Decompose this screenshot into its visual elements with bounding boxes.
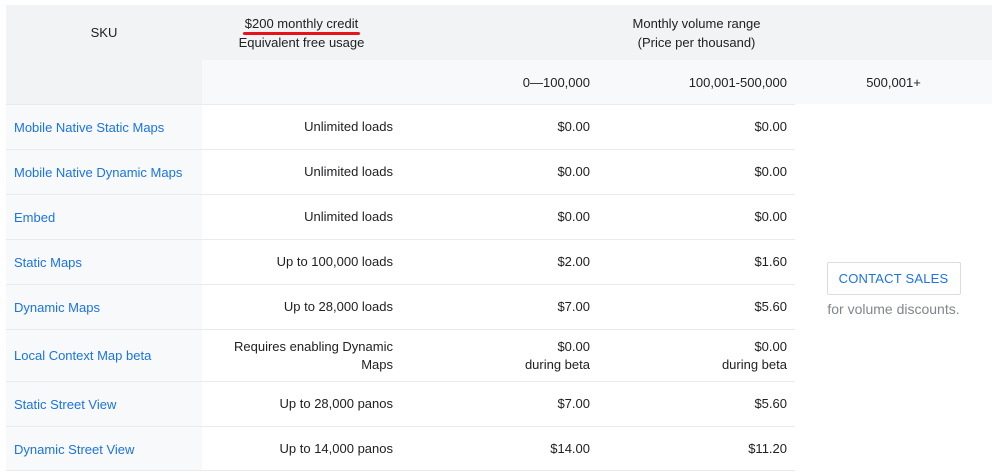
- credit-subtitle: Equivalent free usage: [238, 34, 365, 50]
- volume-column-header: Monthly volume range (Price per thousand…: [401, 5, 992, 60]
- red-underline-annotation: [242, 31, 361, 35]
- free-usage-cell: Up to 14,000 panos: [279, 441, 393, 456]
- price-tier-1-cell: $2.00: [557, 254, 590, 269]
- range-tier-1-label: 0—100,000: [522, 74, 590, 90]
- price-tier-1-cell: $7.00: [557, 299, 590, 314]
- sku-cell: Static Maps: [6, 240, 202, 284]
- price-tier-2-cell: $0.00: [754, 164, 787, 179]
- price-tier-1-cell: $0.00: [557, 209, 590, 224]
- table-row: Mobile Native Static Maps Unlimited load…: [6, 104, 795, 149]
- table-row: Local Context Map beta Requires enabling…: [6, 329, 795, 381]
- contact-sales-area: CONTACT SALES for volume discounts.: [795, 104, 992, 471]
- price-tier-2-cell: $0.00: [754, 119, 787, 134]
- table-row: Dynamic Street View Up to 14,000 panos $…: [6, 426, 795, 471]
- contact-sales-button[interactable]: CONTACT SALES: [826, 262, 961, 295]
- free-usage-cell: Unlimited loads: [304, 164, 393, 179]
- price-tier-1-cell: $7.00: [557, 396, 590, 411]
- free-usage-cell: Requires enabling Dynamic Maps: [202, 330, 401, 381]
- price-tier-1-cell: $14.00: [550, 441, 590, 456]
- table-row: Embed Unlimited loads $0.00 $0.00: [6, 194, 795, 239]
- range-row-credit-cell: [202, 60, 401, 104]
- volume-discount-note: for volume discounts.: [827, 301, 960, 317]
- table-row: Static Maps Up to 100,000 loads $2.00 $1…: [6, 239, 795, 284]
- sku-link[interactable]: Static Maps: [14, 255, 82, 270]
- sku-cell: Mobile Native Static Maps: [6, 105, 202, 149]
- range-tier-3: 500,001+: [795, 60, 992, 104]
- credit-column-header: $200 monthly credit Equivalent free usag…: [202, 5, 401, 60]
- price-tier-2-cell: $1.60: [754, 254, 787, 269]
- free-usage-cell: Unlimited loads: [304, 209, 393, 224]
- credit-title: $200 monthly credit: [242, 14, 361, 35]
- price-tier-1-cell: $0.00 during beta: [401, 330, 598, 381]
- sku-cell: Static Street View: [6, 382, 202, 426]
- price-tier-2-cell: $5.60: [754, 299, 787, 314]
- free-usage-cell: Up to 28,000 panos: [279, 396, 393, 411]
- sku-cell: Dynamic Street View: [6, 427, 202, 471]
- price-tier-1-cell: $0.00: [557, 119, 590, 134]
- sku-link[interactable]: Local Context Map beta: [14, 348, 151, 363]
- sku-link[interactable]: Static Street View: [14, 397, 116, 412]
- range-tier-2-label: 100,001-500,000: [688, 74, 787, 90]
- table-row: Mobile Native Dynamic Maps Unlimited loa…: [6, 149, 795, 194]
- free-usage-line-1: Requires enabling Dynamic: [234, 338, 393, 354]
- sku-cell: Embed: [6, 195, 202, 239]
- price-note: during beta: [721, 356, 787, 372]
- table-bottom-border: [6, 470, 795, 471]
- price-tier-2-cell: $5.60: [754, 396, 787, 411]
- range-row-sku-cell: [6, 60, 202, 104]
- price-value: $0.00: [557, 338, 590, 354]
- free-usage-cell: Up to 28,000 loads: [283, 299, 393, 314]
- sku-link[interactable]: Mobile Native Static Maps: [14, 120, 164, 135]
- credit-title-text: $200 monthly credit: [244, 15, 359, 31]
- sku-column-header: SKU: [6, 5, 202, 60]
- pricing-table: SKU $200 monthly credit Equivalent free …: [6, 5, 992, 471]
- free-usage-cell: Unlimited loads: [304, 119, 393, 134]
- sku-link[interactable]: Mobile Native Dynamic Maps: [14, 165, 182, 180]
- table-row: Dynamic Maps Up to 28,000 loads $7.00 $5…: [6, 284, 795, 329]
- price-tier-2-cell: $0.00: [754, 209, 787, 224]
- free-usage-cell: Up to 100,000 loads: [276, 254, 393, 269]
- price-value: $0.00: [754, 338, 787, 354]
- sku-cell: Dynamic Maps: [6, 285, 202, 329]
- volume-title: Monthly volume range: [632, 15, 761, 31]
- free-usage-line-2: Maps: [361, 356, 393, 372]
- table-row: Static Street View Up to 28,000 panos $7…: [6, 381, 795, 426]
- sku-cell: Local Context Map beta: [6, 330, 202, 381]
- sku-link[interactable]: Dynamic Street View: [14, 442, 134, 457]
- price-tier-1-cell: $0.00: [557, 164, 590, 179]
- volume-subtitle: (Price per thousand): [637, 34, 756, 50]
- range-tier-1: 0—100,000: [401, 60, 598, 104]
- sku-header-label: SKU: [90, 25, 118, 40]
- sku-link[interactable]: Embed: [14, 210, 55, 225]
- sku-link[interactable]: Dynamic Maps: [14, 300, 100, 315]
- range-tier-3-label: 500,001+: [866, 74, 921, 90]
- sku-cell: Mobile Native Dynamic Maps: [6, 150, 202, 194]
- price-note: during beta: [524, 356, 590, 372]
- price-tier-2-cell: $11.20: [748, 441, 787, 456]
- price-tier-2-cell: $0.00 during beta: [598, 330, 795, 381]
- range-tier-2: 100,001-500,000: [598, 60, 795, 104]
